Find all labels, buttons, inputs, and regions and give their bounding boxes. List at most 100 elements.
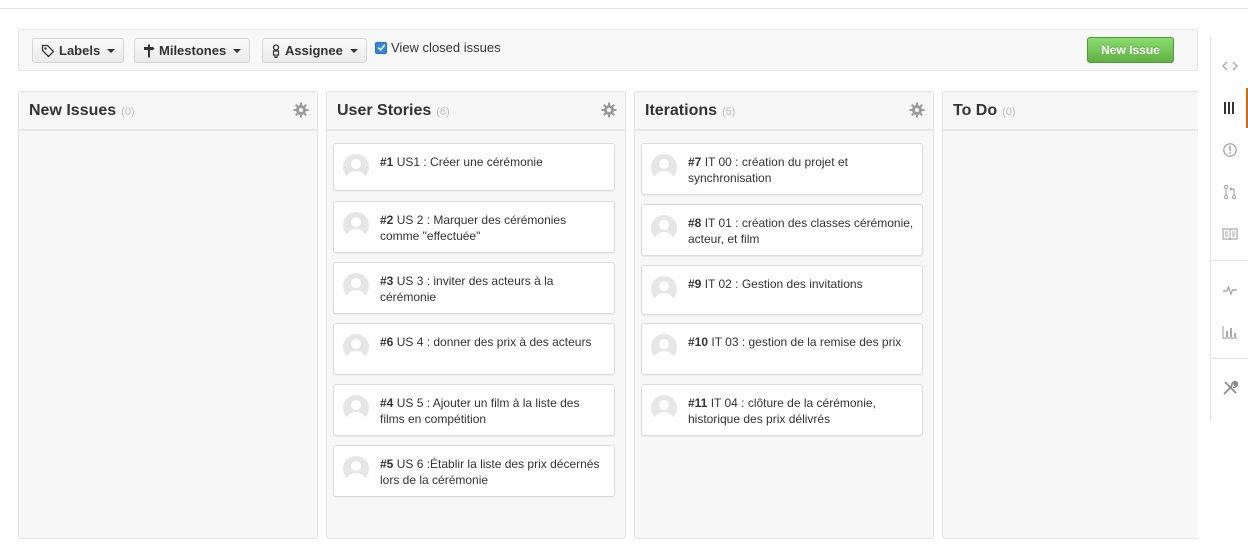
issue-number: #9 (688, 277, 702, 291)
column-count: (6) (436, 106, 450, 118)
graphs-icon (1222, 326, 1237, 339)
labels-filter-button[interactable]: Labels (32, 38, 125, 63)
gear-icon[interactable] (601, 102, 617, 118)
issue-card[interactable]: #9 IT 02 : Gestion des invitations (641, 265, 923, 315)
card-text: #6 US 4 : donner des prix à des acteurs (380, 334, 606, 350)
column-header: New Issues (0) (19, 92, 317, 131)
assignee-filter-button[interactable]: Assignee (262, 38, 367, 63)
default-avatar-icon (346, 217, 366, 238)
issue-title[interactable]: US 3 : inviter des acteurs à la cérémoni… (380, 274, 553, 304)
gear-icon[interactable] (293, 102, 309, 118)
assignee-filter-label: Assignee (285, 43, 343, 58)
avatar (651, 215, 677, 241)
avatar (651, 395, 677, 421)
person-icon (272, 43, 280, 58)
issue-number: #5 (380, 457, 394, 471)
issue-title[interactable]: IT 04 : clôture de la cérémonie, histori… (688, 396, 876, 426)
sidebar-item-pulse[interactable] (1211, 270, 1248, 310)
default-avatar-icon (346, 400, 366, 421)
column-to-do: To Do (0) (942, 91, 1198, 539)
sidebar-item-settings[interactable] (1211, 368, 1248, 408)
issue-title[interactable]: US1 : Créer une cérémonie (397, 155, 543, 169)
issue-card[interactable]: #6 US 4 : donner des prix à des acteurs (333, 323, 615, 375)
filter-toolbar: Labels Milestones Assignee View closed i… (18, 29, 1198, 71)
chevron-down-icon (349, 48, 358, 53)
issue-title[interactable]: IT 03 : gestion de la remise des prix (711, 335, 901, 349)
card-text: #10 IT 03 : gestion de la remise des pri… (688, 334, 914, 350)
default-avatar-icon (654, 339, 674, 360)
issues-icon (1223, 143, 1237, 157)
column-title: User Stories (337, 101, 432, 119)
chevron-down-icon (233, 48, 242, 53)
avatar (343, 273, 369, 299)
issue-number: #3 (380, 274, 394, 288)
column-header: Iterations (5) (635, 92, 933, 131)
column-header: To Do (0) (943, 92, 1198, 131)
avatar (651, 154, 677, 180)
issue-number: #1 (380, 155, 394, 169)
default-avatar-icon (654, 281, 674, 302)
new-issue-button[interactable]: New Issue (1087, 37, 1174, 63)
issue-number: #10 (688, 335, 709, 349)
issue-title[interactable]: IT 01 : création des classes cérémonie, … (688, 216, 913, 246)
issue-card[interactable]: #2 US 2 : Marquer des cérémonies comme "… (333, 201, 615, 253)
avatar (343, 395, 369, 421)
column-user-stories: User Stories (6) #1 US1 : Créer une céré… (326, 91, 626, 539)
card-text: #8 IT 01 : création des classes cérémoni… (688, 215, 914, 247)
avatar (343, 154, 369, 180)
sidebar-item-code[interactable] (1211, 46, 1248, 86)
avatar (651, 334, 677, 360)
card-text: #9 IT 02 : Gestion des invitations (688, 276, 914, 292)
wiki-icon (1222, 228, 1238, 240)
pulse-icon (1223, 284, 1237, 296)
issue-card[interactable]: #10 IT 03 : gestion de la remise des pri… (641, 323, 923, 375)
sidebar-item-issues[interactable] (1211, 130, 1248, 170)
milestone-icon (144, 44, 155, 57)
issue-card[interactable]: #8 IT 01 : création des classes cérémoni… (641, 204, 923, 256)
view-closed-label: View closed issues (391, 40, 501, 55)
issue-title[interactable]: US 4 : donner des prix à des acteurs (397, 335, 592, 349)
default-avatar-icon (654, 400, 674, 421)
code-icon (1222, 61, 1238, 71)
milestones-filter-button[interactable]: Milestones (134, 38, 251, 63)
gear-icon[interactable] (909, 102, 925, 118)
default-avatar-icon (346, 159, 366, 180)
sidebar-item-graphs[interactable] (1211, 312, 1248, 352)
view-closed-issues-toggle[interactable]: View closed issues (375, 40, 501, 55)
issue-card[interactable]: #5 US 6 :Établir la liste des prix décer… (333, 445, 615, 497)
issue-card[interactable]: #7 IT 00 : création du projet et synchro… (641, 143, 923, 195)
issue-title[interactable]: US 2 : Marquer des cérémonies comme "eff… (380, 213, 566, 243)
labels-filter-label: Labels (59, 43, 101, 58)
avatar (651, 276, 677, 302)
issue-card[interactable]: #1 US1 : Créer une cérémonie (333, 143, 615, 191)
issue-card[interactable]: #3 US 3 : inviter des acteurs à la cérém… (333, 262, 615, 314)
card-text: #1 US1 : Créer une cérémonie (380, 154, 606, 170)
issue-title[interactable]: US 6 :Établir la liste des prix décernés… (380, 457, 599, 487)
sidebar-item-pull-requests[interactable] (1211, 172, 1248, 212)
issue-card[interactable]: #11 IT 04 : clôture de la cérémonie, his… (641, 384, 923, 436)
issue-number: #2 (380, 213, 394, 227)
issue-card[interactable]: #4 US 5 : Ajouter un film à la liste des… (333, 384, 615, 436)
repo-sidebar-nav (1210, 37, 1248, 422)
avatar (343, 334, 369, 360)
column-count: (0) (121, 106, 135, 118)
column-count: (0) (1002, 106, 1016, 118)
column-title: To Do (953, 101, 998, 119)
column-header: User Stories (6) (327, 92, 625, 131)
pull-request-icon (1223, 184, 1237, 200)
default-avatar-icon (346, 461, 366, 482)
sidebar-item-wiki[interactable] (1211, 214, 1248, 254)
issue-title[interactable]: IT 02 : Gestion des invitations (705, 277, 863, 291)
sidebar-item-board[interactable] (1211, 88, 1248, 128)
view-closed-checkbox[interactable] (375, 41, 387, 54)
default-avatar-icon (654, 159, 674, 180)
sidebar-divider (1211, 260, 1248, 261)
tag-icon (41, 44, 55, 57)
issue-title[interactable]: US 5 : Ajouter un film à la liste des fi… (380, 396, 579, 426)
top-divider (0, 0, 1248, 9)
default-avatar-icon (654, 220, 674, 241)
issue-number: #8 (688, 216, 702, 230)
issue-title[interactable]: IT 00 : création du projet et synchronis… (688, 155, 848, 185)
column-title: Iterations (645, 101, 718, 119)
card-text: #11 IT 04 : clôture de la cérémonie, his… (688, 395, 914, 427)
